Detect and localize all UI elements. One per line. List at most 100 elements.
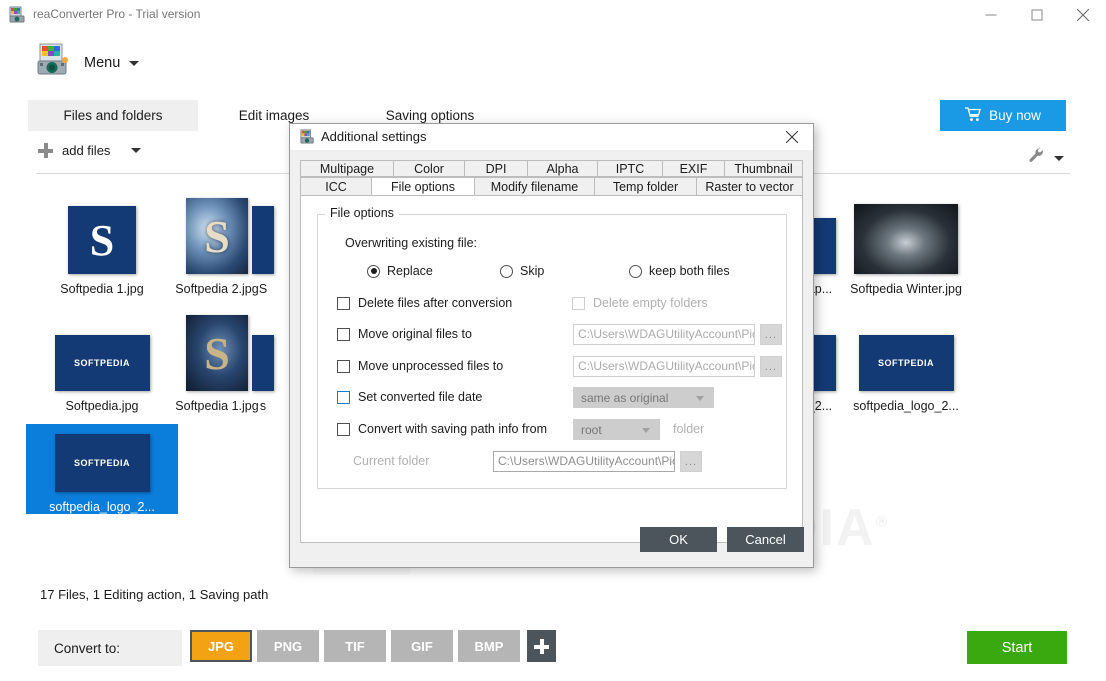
add-files-button[interactable]: add files xyxy=(38,143,141,158)
file-options-group xyxy=(317,214,787,489)
file-options-legend: File options xyxy=(325,206,399,220)
radio-mark xyxy=(367,265,380,278)
radio-mark xyxy=(629,265,642,278)
format-button-tif[interactable]: TIF xyxy=(324,630,386,662)
radio-skip[interactable]: Skip xyxy=(500,264,544,278)
start-button[interactable]: Start xyxy=(967,631,1067,664)
move-unprocessed-path-input[interactable]: C:\Users\WDAGUtilityAccount\Pict xyxy=(573,356,755,377)
checkbox-delete-files-after-conversion[interactable]: Delete files after conversion xyxy=(337,296,512,310)
dialog-tab-dpi[interactable]: DPI xyxy=(464,160,528,177)
cancel-button[interactable]: Cancel xyxy=(727,527,804,552)
plus-icon xyxy=(38,143,53,158)
checkbox-move-unprocessed-files-to[interactable]: Move unprocessed files to xyxy=(337,359,503,373)
format-button-jpg[interactable]: JPG xyxy=(190,630,252,662)
add-files-label: add files xyxy=(62,143,110,158)
dialog-tab-alpha[interactable]: Alpha xyxy=(527,160,598,177)
thumbnail-label: softpedia_logo_2... xyxy=(830,399,982,413)
checkbox-convert-with-saving-path-info[interactable]: Convert with saving path info from xyxy=(337,422,547,436)
current-folder-path-input[interactable]: C:\Users\WDAGUtilityAccount\Pict xyxy=(493,451,675,472)
maximize-button[interactable] xyxy=(1014,0,1060,29)
checkbox-mark xyxy=(337,391,350,404)
dialog-tab-multipage[interactable]: Multipage xyxy=(300,160,394,177)
checkbox-label: Set converted file date xyxy=(358,390,482,404)
current-folder-label: Current folder xyxy=(353,454,429,468)
browse-current-folder-button[interactable]: ... xyxy=(680,451,702,472)
plus-icon xyxy=(534,639,549,654)
thumbnail-image xyxy=(830,190,982,274)
dialog-tab-icc[interactable]: ICC xyxy=(300,177,372,196)
minimize-button[interactable] xyxy=(968,0,1014,29)
checkbox-move-original-files-to[interactable]: Move original files to xyxy=(337,327,472,341)
app-icon xyxy=(9,6,26,23)
browse-move-unprocessed-button[interactable]: ... xyxy=(760,356,782,377)
checkbox-mark xyxy=(572,297,585,310)
browse-move-original-button[interactable]: ... xyxy=(760,324,782,345)
dialog-tab-raster-to-vector[interactable]: Raster to vector xyxy=(696,177,803,196)
folder-label: folder xyxy=(673,422,704,436)
settings-menu-button[interactable] xyxy=(1028,147,1064,169)
bottom-bar: Convert to: JPG PNG TIF GIF BMP xyxy=(0,625,1106,681)
thumbnail-label: S xyxy=(243,282,283,296)
close-button[interactable] xyxy=(1060,0,1106,29)
path-info-from-select[interactable]: root xyxy=(573,419,660,440)
radio-keep-both-files[interactable]: keep both files xyxy=(629,264,730,278)
tab-files-and-folders[interactable]: Files and folders xyxy=(28,100,198,131)
list-item[interactable]: SOFTPEDIA softpedia_logo_2... xyxy=(830,307,982,413)
chevron-down-icon[interactable] xyxy=(131,148,141,153)
dialog-tab-file-options[interactable]: File options xyxy=(371,177,475,196)
checkbox-label: Move original files to xyxy=(358,327,472,341)
format-button-gif[interactable]: GIF xyxy=(391,630,453,662)
dialog-tab-temp-folder[interactable]: Temp folder xyxy=(594,177,697,196)
thumbnail-label: s xyxy=(243,399,283,413)
thumbnail-image xyxy=(243,190,283,274)
checkbox-set-converted-file-date[interactable]: Set converted file date xyxy=(337,390,482,404)
dialog-tab-modify-filename[interactable]: Modify filename xyxy=(474,177,595,196)
thumbnail-image xyxy=(243,307,283,391)
chevron-down-icon xyxy=(642,428,650,433)
checkbox-mark xyxy=(337,328,350,341)
overwriting-label: Overwriting existing file: xyxy=(345,236,477,250)
checkbox-delete-empty-folders[interactable]: Delete empty folders xyxy=(572,296,708,310)
add-format-button[interactable] xyxy=(527,630,556,662)
radio-replace[interactable]: Replace xyxy=(367,264,433,278)
thumbnail-label: Softpedia Winter.jpg xyxy=(830,282,982,296)
select-value: same as original xyxy=(581,391,668,405)
thumbnail-image: SOFTPEDIA xyxy=(830,307,982,391)
buy-now-button[interactable]: Buy now xyxy=(940,100,1066,131)
dialog-tab-iptc[interactable]: IPTC xyxy=(597,160,663,177)
format-button-bmp[interactable]: BMP xyxy=(458,630,520,662)
format-button-png[interactable]: PNG xyxy=(257,630,319,662)
convert-to-label: Convert to: xyxy=(38,630,182,666)
list-item[interactable]: Softpedia Winter.jpg xyxy=(830,190,982,296)
ok-button[interactable]: OK xyxy=(640,527,717,552)
dialog-tab-exif[interactable]: EXIF xyxy=(662,160,725,177)
status-text: 17 Files, 1 Editing action, 1 Saving pat… xyxy=(40,587,268,602)
menu-button[interactable]: Menu xyxy=(84,52,139,74)
list-item[interactable]: S xyxy=(243,190,283,296)
dialog-title: Additional settings xyxy=(321,129,427,144)
window-title: reaConverter Pro - Trial version xyxy=(33,7,200,21)
list-item[interactable]: s xyxy=(243,307,283,413)
dialog-close-button[interactable] xyxy=(771,124,813,150)
radio-label: Replace xyxy=(387,264,433,278)
dialog-tab-thumbnail[interactable]: Thumbnail xyxy=(724,160,803,177)
checkbox-label: Delete files after conversion xyxy=(358,296,512,310)
buy-now-label: Buy now xyxy=(989,108,1041,123)
reaconverter-logo xyxy=(36,42,70,76)
select-value: root xyxy=(581,423,602,437)
dialog-tab-color[interactable]: Color xyxy=(393,160,465,177)
wrench-icon xyxy=(1028,147,1045,169)
additional-settings-dialog: Additional settings Multipage Color DPI … xyxy=(289,123,814,568)
menu-bar: Menu xyxy=(0,29,1106,97)
converted-file-date-select[interactable]: same as original xyxy=(573,387,714,408)
menu-label: Menu xyxy=(84,55,120,71)
checkbox-label: Delete empty folders xyxy=(593,296,708,310)
cart-icon xyxy=(965,107,981,125)
title-bar: reaConverter Pro - Trial version xyxy=(0,0,1106,30)
checkbox-label: Move unprocessed files to xyxy=(358,359,503,373)
list-item[interactable]: SOFTPEDIA softpedia_logo_2... xyxy=(26,424,178,514)
move-original-path-input[interactable]: C:\Users\WDAGUtilityAccount\Pict xyxy=(573,324,755,345)
checkbox-label: Convert with saving path info from xyxy=(358,422,547,436)
app-icon xyxy=(300,129,315,144)
checkbox-mark xyxy=(337,423,350,436)
